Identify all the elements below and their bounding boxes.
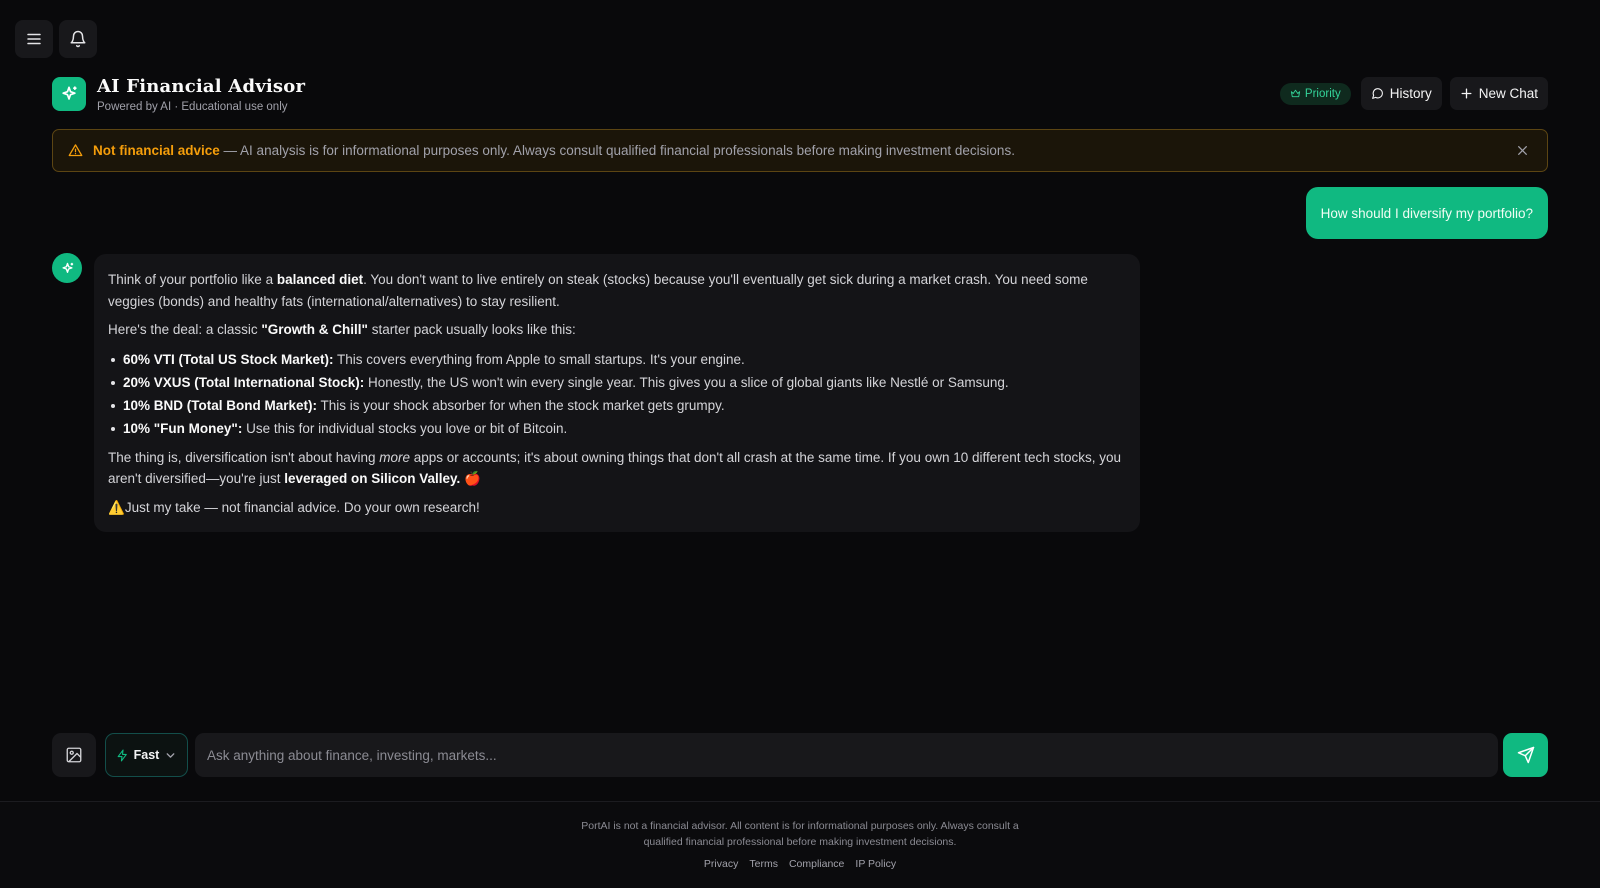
bell-icon — [70, 30, 86, 48]
history-button[interactable]: History — [1360, 77, 1442, 110]
assistant-paragraph: Here's the deal: a classic "Growth & Chi… — [108, 319, 1126, 341]
disclaimer-title: Not financial advice — [93, 143, 220, 158]
menu-button[interactable] — [15, 20, 53, 58]
close-icon[interactable] — [1516, 144, 1529, 157]
send-button[interactable] — [1503, 733, 1548, 777]
list-item: 60% VTI (Total US Stock Market): This co… — [108, 348, 1126, 371]
text-bold: leveraged on Silicon Valley. — [284, 471, 461, 486]
mode-selector[interactable]: Fast — [105, 733, 188, 777]
page-footer: PortAI is not a financial advisor. All c… — [0, 801, 1600, 888]
priority-badge: Priority — [1279, 82, 1351, 105]
send-icon — [1517, 746, 1534, 764]
chevron-down-icon — [166, 752, 175, 758]
attach-image-button[interactable] — [52, 733, 96, 777]
footer-link-ip-policy[interactable]: IP Policy — [855, 858, 896, 870]
app-logo — [52, 77, 86, 111]
message-input[interactable] — [195, 733, 1498, 777]
sparkles-icon — [62, 86, 77, 100]
list-item-text: Use this for individual stocks you love … — [242, 420, 568, 436]
list-item-label: 60% VTI (Total US Stock Market): — [123, 351, 334, 367]
user-message: How should I diversify my portfolio? — [1305, 187, 1548, 239]
app-header: AI Financial Advisor Powered by AI · Edu… — [52, 76, 1548, 116]
text-italic: more — [379, 449, 410, 465]
warning-emoji: ⚠️ — [108, 499, 125, 515]
footer-note: PortAI is not a financial advisor. All c… — [581, 820, 1019, 848]
text-bold: balanced diet — [276, 272, 364, 287]
text-run: The thing is, diversification isn't abou… — [108, 449, 380, 465]
list-item: 10% "Fun Money": Use this for individual… — [108, 417, 1126, 440]
mode-label: Fast — [133, 748, 160, 762]
allocation-list: 60% VTI (Total US Stock Market): This co… — [108, 348, 1126, 440]
assistant-paragraph: The thing is, diversification isn't abou… — [108, 447, 1126, 490]
plus-icon — [1461, 88, 1472, 99]
footer-links: Privacy Terms Compliance IP Policy — [0, 858, 1600, 870]
apple-emoji: 🍎 — [464, 471, 481, 486]
alert-triangle-icon — [68, 144, 83, 157]
list-item: 20% VXUS (Total International Stock): Ho… — [108, 371, 1126, 394]
list-item-text: This is your shock absorber for when the… — [317, 397, 725, 413]
image-icon — [66, 747, 82, 763]
disclaimer-text: — AI analysis is for informational purpo… — [219, 143, 1015, 158]
text-run: Think of your portfolio like a — [108, 272, 277, 287]
text-run: starter pack usually looks like this: — [367, 322, 576, 337]
list-item-text: This covers everything from Apple to sma… — [333, 351, 745, 367]
new-chat-label: New Chat — [1478, 86, 1538, 101]
footer-link-terms[interactable]: Terms — [749, 858, 778, 870]
list-item-label: 10% "Fun Money": — [123, 420, 243, 436]
priority-label: Priority — [1304, 87, 1341, 100]
footer-link-privacy[interactable]: Privacy — [704, 858, 738, 870]
list-item-label: 20% VXUS (Total International Stock): — [123, 374, 365, 390]
assistant-avatar — [52, 253, 82, 283]
assistant-paragraph: Think of your portfolio like a balanced … — [108, 269, 1126, 312]
text-run: Just my take — not financial advice. Do … — [124, 499, 480, 515]
message-input-wrapper — [195, 733, 1498, 777]
assistant-message: Think of your portfolio like a balanced … — [94, 254, 1140, 532]
app-subtitle: Powered by AI · Educational use only — [97, 101, 288, 113]
message-circle-icon — [1371, 88, 1383, 99]
text-run: Here's the deal: a classic — [108, 322, 262, 337]
notifications-button[interactable] — [59, 20, 97, 58]
app-title: AI Financial Advisor — [97, 76, 306, 97]
menu-icon — [27, 33, 41, 45]
sparkles-icon — [61, 262, 73, 273]
footer-link-compliance[interactable]: Compliance — [789, 858, 844, 870]
list-item: 10% BND (Total Bond Market): This is you… — [108, 394, 1126, 417]
crown-icon — [1290, 89, 1301, 98]
list-item-text: Honestly, the US won't win every single … — [364, 374, 1009, 390]
list-item-label: 10% BND (Total Bond Market): — [123, 397, 318, 413]
new-chat-button[interactable]: New Chat — [1449, 77, 1548, 110]
zap-icon — [117, 749, 127, 761]
assistant-paragraph: ⚠️Just my take — not financial advice. D… — [108, 497, 1126, 519]
disclaimer-banner: Not financial advice — AI analysis is fo… — [52, 129, 1548, 172]
text-bold: "Growth & Chill" — [261, 322, 368, 337]
composer: Fast — [52, 733, 1548, 777]
history-label: History — [1389, 86, 1432, 101]
